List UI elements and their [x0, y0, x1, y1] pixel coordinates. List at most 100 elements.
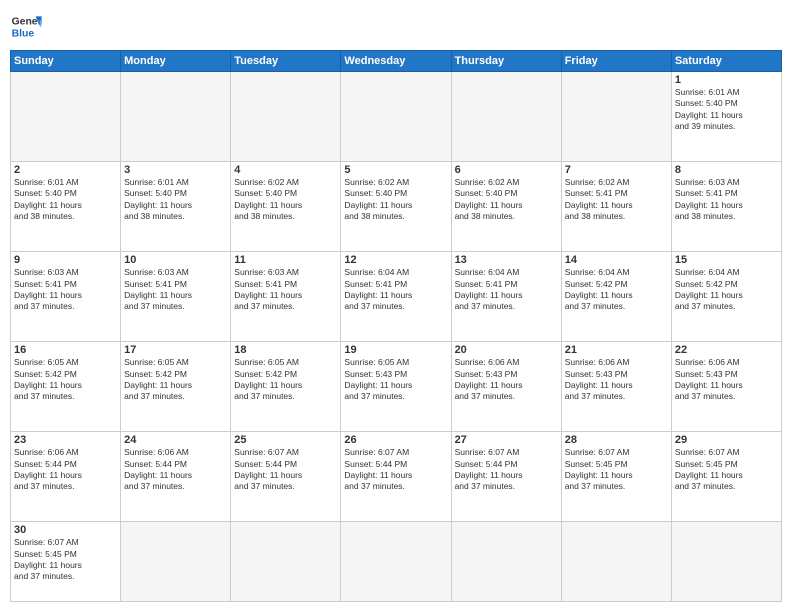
calendar-cell: 7Sunrise: 6:02 AM Sunset: 5:41 PM Daylig… — [561, 162, 671, 252]
day-number: 28 — [565, 434, 668, 446]
calendar-cell — [671, 522, 781, 602]
day-number: 6 — [455, 164, 558, 176]
page: General Blue SundayMondayTuesdayWednesda… — [0, 0, 792, 612]
calendar-cell: 10Sunrise: 6:03 AM Sunset: 5:41 PM Dayli… — [121, 252, 231, 342]
calendar-cell: 22Sunrise: 6:06 AM Sunset: 5:43 PM Dayli… — [671, 342, 781, 432]
calendar-week-row: 30Sunrise: 6:07 AM Sunset: 5:45 PM Dayli… — [11, 522, 782, 602]
days-of-week-row: SundayMondayTuesdayWednesdayThursdayFrid… — [11, 51, 782, 72]
calendar-cell: 9Sunrise: 6:03 AM Sunset: 5:41 PM Daylig… — [11, 252, 121, 342]
day-info: Sunrise: 6:06 AM Sunset: 5:44 PM Dayligh… — [14, 447, 117, 493]
calendar-cell — [231, 522, 341, 602]
calendar-cell: 26Sunrise: 6:07 AM Sunset: 5:44 PM Dayli… — [341, 432, 451, 522]
calendar-cell: 17Sunrise: 6:05 AM Sunset: 5:42 PM Dayli… — [121, 342, 231, 432]
calendar-cell — [231, 72, 341, 162]
calendar-cell: 28Sunrise: 6:07 AM Sunset: 5:45 PM Dayli… — [561, 432, 671, 522]
calendar-cell — [451, 72, 561, 162]
day-info: Sunrise: 6:04 AM Sunset: 5:41 PM Dayligh… — [455, 267, 558, 313]
day-info: Sunrise: 6:03 AM Sunset: 5:41 PM Dayligh… — [124, 267, 227, 313]
day-number: 11 — [234, 254, 337, 266]
calendar-week-row: 9Sunrise: 6:03 AM Sunset: 5:41 PM Daylig… — [11, 252, 782, 342]
day-number: 14 — [565, 254, 668, 266]
day-header-saturday: Saturday — [671, 51, 781, 72]
calendar-cell: 8Sunrise: 6:03 AM Sunset: 5:41 PM Daylig… — [671, 162, 781, 252]
day-info: Sunrise: 6:02 AM Sunset: 5:40 PM Dayligh… — [234, 177, 337, 223]
logo: General Blue — [10, 10, 42, 42]
day-number: 5 — [344, 164, 447, 176]
calendar-cell — [561, 72, 671, 162]
calendar-cell: 13Sunrise: 6:04 AM Sunset: 5:41 PM Dayli… — [451, 252, 561, 342]
calendar-cell: 16Sunrise: 6:05 AM Sunset: 5:42 PM Dayli… — [11, 342, 121, 432]
day-header-wednesday: Wednesday — [341, 51, 451, 72]
day-number: 7 — [565, 164, 668, 176]
calendar-cell — [451, 522, 561, 602]
day-info: Sunrise: 6:03 AM Sunset: 5:41 PM Dayligh… — [234, 267, 337, 313]
day-number: 24 — [124, 434, 227, 446]
calendar-cell — [121, 72, 231, 162]
day-info: Sunrise: 6:07 AM Sunset: 5:45 PM Dayligh… — [14, 537, 117, 583]
day-info: Sunrise: 6:06 AM Sunset: 5:43 PM Dayligh… — [455, 357, 558, 403]
calendar-cell: 14Sunrise: 6:04 AM Sunset: 5:42 PM Dayli… — [561, 252, 671, 342]
day-info: Sunrise: 6:04 AM Sunset: 5:42 PM Dayligh… — [675, 267, 778, 313]
day-number: 9 — [14, 254, 117, 266]
day-info: Sunrise: 6:02 AM Sunset: 5:41 PM Dayligh… — [565, 177, 668, 223]
day-info: Sunrise: 6:01 AM Sunset: 5:40 PM Dayligh… — [124, 177, 227, 223]
calendar-cell: 5Sunrise: 6:02 AM Sunset: 5:40 PM Daylig… — [341, 162, 451, 252]
day-header-thursday: Thursday — [451, 51, 561, 72]
day-number: 23 — [14, 434, 117, 446]
day-number: 2 — [14, 164, 117, 176]
day-info: Sunrise: 6:07 AM Sunset: 5:44 PM Dayligh… — [344, 447, 447, 493]
calendar-cell: 6Sunrise: 6:02 AM Sunset: 5:40 PM Daylig… — [451, 162, 561, 252]
day-number: 22 — [675, 344, 778, 356]
calendar-week-row: 16Sunrise: 6:05 AM Sunset: 5:42 PM Dayli… — [11, 342, 782, 432]
day-number: 19 — [344, 344, 447, 356]
day-number: 20 — [455, 344, 558, 356]
calendar-cell: 25Sunrise: 6:07 AM Sunset: 5:44 PM Dayli… — [231, 432, 341, 522]
day-info: Sunrise: 6:03 AM Sunset: 5:41 PM Dayligh… — [14, 267, 117, 313]
calendar-cell: 1Sunrise: 6:01 AM Sunset: 5:40 PM Daylig… — [671, 72, 781, 162]
day-number: 8 — [675, 164, 778, 176]
day-header-friday: Friday — [561, 51, 671, 72]
header: General Blue — [10, 10, 782, 42]
day-info: Sunrise: 6:01 AM Sunset: 5:40 PM Dayligh… — [14, 177, 117, 223]
svg-text:Blue: Blue — [12, 28, 35, 39]
day-info: Sunrise: 6:05 AM Sunset: 5:42 PM Dayligh… — [234, 357, 337, 403]
calendar-cell — [11, 72, 121, 162]
day-number: 1 — [675, 74, 778, 86]
day-number: 16 — [14, 344, 117, 356]
day-info: Sunrise: 6:07 AM Sunset: 5:45 PM Dayligh… — [565, 447, 668, 493]
calendar-cell — [341, 72, 451, 162]
calendar-cell: 29Sunrise: 6:07 AM Sunset: 5:45 PM Dayli… — [671, 432, 781, 522]
day-number: 25 — [234, 434, 337, 446]
calendar-cell: 11Sunrise: 6:03 AM Sunset: 5:41 PM Dayli… — [231, 252, 341, 342]
calendar-cell: 4Sunrise: 6:02 AM Sunset: 5:40 PM Daylig… — [231, 162, 341, 252]
day-header-monday: Monday — [121, 51, 231, 72]
day-info: Sunrise: 6:05 AM Sunset: 5:43 PM Dayligh… — [344, 357, 447, 403]
calendar-cell: 21Sunrise: 6:06 AM Sunset: 5:43 PM Dayli… — [561, 342, 671, 432]
calendar-cell: 12Sunrise: 6:04 AM Sunset: 5:41 PM Dayli… — [341, 252, 451, 342]
day-info: Sunrise: 6:05 AM Sunset: 5:42 PM Dayligh… — [124, 357, 227, 403]
day-info: Sunrise: 6:06 AM Sunset: 5:44 PM Dayligh… — [124, 447, 227, 493]
generalblue-logo-icon: General Blue — [10, 10, 42, 42]
day-number: 29 — [675, 434, 778, 446]
calendar-cell: 15Sunrise: 6:04 AM Sunset: 5:42 PM Dayli… — [671, 252, 781, 342]
calendar-week-row: 2Sunrise: 6:01 AM Sunset: 5:40 PM Daylig… — [11, 162, 782, 252]
calendar-cell — [561, 522, 671, 602]
day-info: Sunrise: 6:04 AM Sunset: 5:41 PM Dayligh… — [344, 267, 447, 313]
calendar-week-row: 23Sunrise: 6:06 AM Sunset: 5:44 PM Dayli… — [11, 432, 782, 522]
day-info: Sunrise: 6:05 AM Sunset: 5:42 PM Dayligh… — [14, 357, 117, 403]
day-number: 12 — [344, 254, 447, 266]
day-number: 10 — [124, 254, 227, 266]
calendar-cell — [341, 522, 451, 602]
day-info: Sunrise: 6:04 AM Sunset: 5:42 PM Dayligh… — [565, 267, 668, 313]
calendar-cell: 20Sunrise: 6:06 AM Sunset: 5:43 PM Dayli… — [451, 342, 561, 432]
day-number: 13 — [455, 254, 558, 266]
day-info: Sunrise: 6:02 AM Sunset: 5:40 PM Dayligh… — [455, 177, 558, 223]
day-number: 27 — [455, 434, 558, 446]
day-info: Sunrise: 6:07 AM Sunset: 5:44 PM Dayligh… — [455, 447, 558, 493]
day-number: 15 — [675, 254, 778, 266]
day-number: 18 — [234, 344, 337, 356]
day-info: Sunrise: 6:03 AM Sunset: 5:41 PM Dayligh… — [675, 177, 778, 223]
calendar-cell: 30Sunrise: 6:07 AM Sunset: 5:45 PM Dayli… — [11, 522, 121, 602]
day-number: 30 — [14, 524, 117, 536]
day-number: 26 — [344, 434, 447, 446]
